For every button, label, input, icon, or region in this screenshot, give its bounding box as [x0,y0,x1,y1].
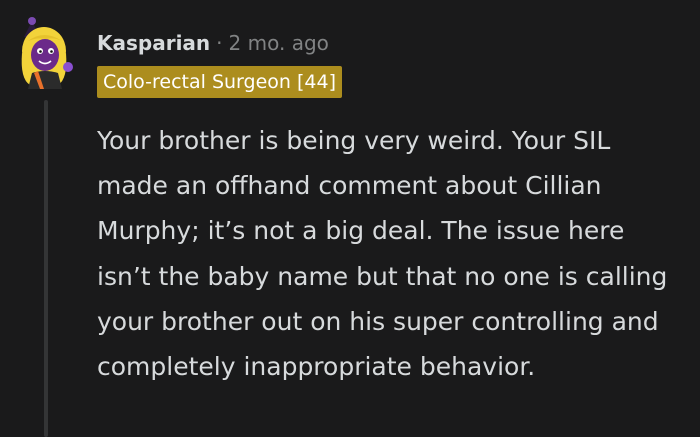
meta-separator: · [216,31,223,55]
comment: Kasparian · 2 mo. ago Colo-rectal Surgeo… [0,0,700,437]
user-avatar-icon [21,17,73,89]
author-name[interactable]: Kasparian [97,31,210,55]
comment-body: Your brother is being very weird. Your S… [97,126,668,382]
comment-timestamp[interactable]: 2 mo. ago [229,31,329,55]
comment-meta: Kasparian · 2 mo. ago [97,28,329,58]
user-flair-badge: Colo-rectal Surgeon [44] [97,66,342,98]
user-avatar[interactable] [10,17,82,89]
thread-line[interactable] [44,100,48,437]
